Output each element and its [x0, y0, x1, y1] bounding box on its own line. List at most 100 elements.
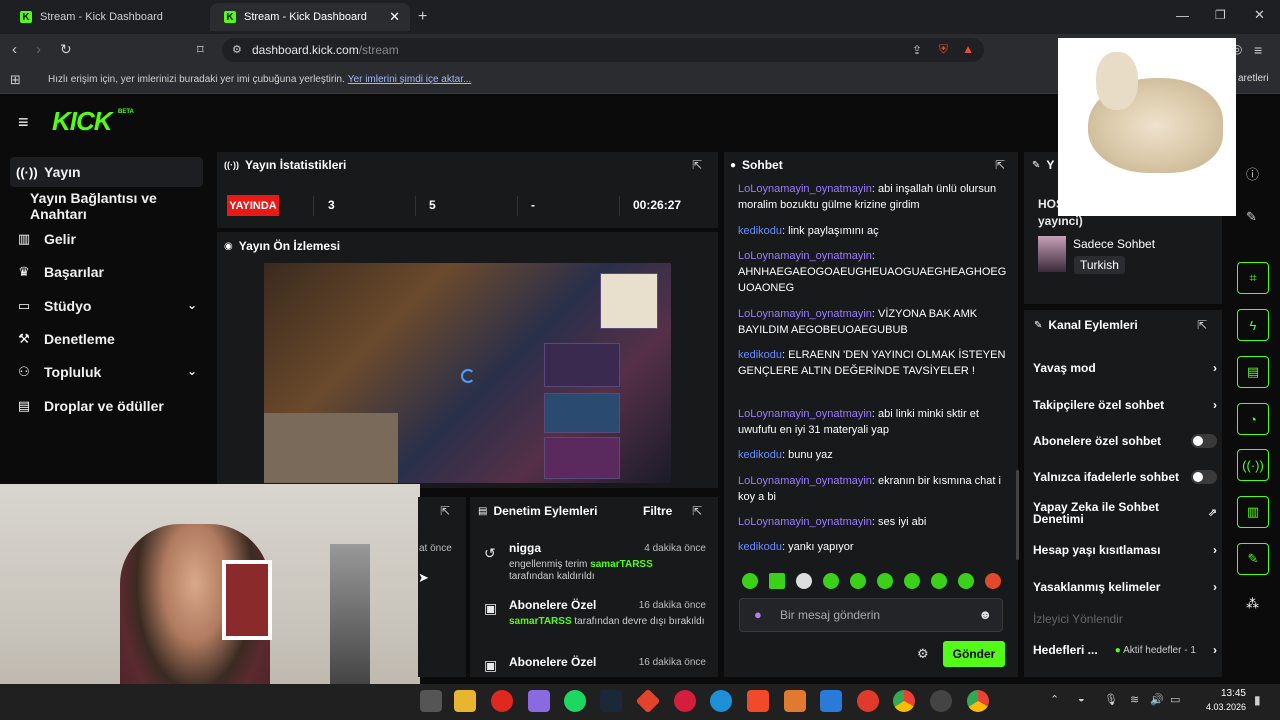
category-name[interactable]: Sadece Sohbet: [1073, 237, 1155, 251]
account-age-row[interactable]: Hesap yaşı kısıtlaması ›: [1033, 543, 1217, 557]
wrench-icon[interactable]: ✎: [1237, 543, 1269, 575]
popout-icon[interactable]: ⇱: [1197, 318, 1207, 332]
sidebar-item-basarilar[interactable]: ♛ Başarılar: [10, 257, 203, 287]
chat-username[interactable]: kedikodu: [738, 541, 782, 553]
filter-button[interactable]: Filtre: [643, 504, 672, 518]
layout-icon[interactable]: ▥: [1237, 496, 1269, 528]
send-button[interactable]: Gönder: [943, 641, 1005, 667]
steam-icon[interactable]: [600, 690, 622, 712]
mod-user[interactable]: samarTARSS: [509, 616, 572, 627]
brave-shield-icon[interactable]: ⛨: [939, 42, 948, 57]
emote-icon[interactable]: [769, 573, 785, 589]
import-bookmarks-link[interactable]: Yer imlerini şimdi içe aktar...: [348, 74, 472, 85]
chat-username[interactable]: LoLoynamayin_oynatmayin: [738, 516, 872, 528]
pencil-icon[interactable]: ✎: [1246, 209, 1257, 225]
lightning-icon[interactable]: ϟ: [1237, 309, 1269, 341]
chat-scrollbar[interactable]: [1016, 470, 1019, 560]
emoji-icon[interactable]: ☻: [978, 607, 992, 622]
chat-username[interactable]: kedikodu: [738, 225, 782, 237]
followers-only-row[interactable]: Takipçilere özel sohbet ›: [1033, 398, 1217, 412]
clock-time[interactable]: 13:45: [1218, 688, 1246, 699]
chat-username[interactable]: LoLoynamayin_oynatmayin: [738, 183, 872, 195]
new-tab-icon[interactable]: +: [418, 8, 427, 26]
sidebar-item-droplar[interactable]: ▤ Droplar ve ödüller: [10, 391, 203, 421]
emote-icon[interactable]: [985, 573, 1001, 589]
nodes-icon[interactable]: ⁂: [1246, 596, 1259, 612]
apps-grid-icon[interactable]: ⊞: [10, 72, 21, 88]
vscode-icon[interactable]: [820, 690, 842, 712]
popout-icon[interactable]: ⇱: [692, 158, 702, 172]
chat-input[interactable]: ● Bir mesaj gönderin ☻: [739, 598, 1003, 632]
bookmark-icon[interactable]: ⌑: [197, 42, 204, 58]
browser-tab-2[interactable]: K Stream - Kick Dashboard ✕: [210, 3, 410, 31]
hamburger-menu-icon[interactable]: ≡: [18, 112, 29, 133]
chrome-icon[interactable]: [967, 690, 989, 712]
notification-icon[interactable]: ▮: [1254, 693, 1261, 707]
vivaldi-icon[interactable]: [857, 690, 879, 712]
popout-icon[interactable]: ⇱: [440, 504, 450, 518]
popout-icon[interactable]: ⇱: [692, 504, 702, 518]
sidebar-item-topluluk[interactable]: ⚇ Topluluk ⌄: [10, 357, 203, 387]
close-tab-icon[interactable]: ✕: [389, 9, 400, 25]
volume-icon[interactable]: 🔊: [1150, 693, 1164, 706]
wifi-icon[interactable]: ≋: [1130, 693, 1139, 706]
chat-bubble-icon[interactable]: ◔: [1237, 403, 1269, 435]
browser-tab-1[interactable]: K Stream - Kick Dashboard: [6, 3, 206, 31]
obs-icon[interactable]: [930, 690, 952, 712]
opera-icon[interactable]: [491, 690, 513, 712]
slow-mode-row[interactable]: Yavaş mod ›: [1033, 361, 1217, 375]
info-icon[interactable]: ⓘ: [1246, 164, 1259, 183]
brave-rewards-icon[interactable]: ▲: [962, 42, 974, 56]
forward-icon[interactable]: ›: [36, 41, 41, 58]
microphone-icon[interactable]: 🎙: [1104, 693, 1118, 706]
popout-icon[interactable]: ⇱: [995, 158, 1005, 172]
tray-chevron-icon[interactable]: ⌃: [1050, 693, 1059, 706]
task-view-icon[interactable]: [420, 690, 442, 712]
chat-username[interactable]: LoLoynamayin_oynatmayin: [738, 250, 872, 262]
chat-username[interactable]: kedikodu: [738, 349, 782, 361]
chat-username[interactable]: kedikodu: [738, 449, 782, 461]
file-explorer-icon[interactable]: [454, 690, 476, 712]
app-icon[interactable]: [528, 690, 550, 712]
address-bar[interactable]: ⚙ dashboard.kick.com/stream ⇪ ⛨ ▲: [222, 38, 984, 62]
emote-icon[interactable]: [877, 573, 893, 589]
chat-settings-gear-icon[interactable]: ⚙: [917, 646, 929, 662]
brave-icon[interactable]: [747, 690, 769, 712]
banned-words-row[interactable]: Yasaklanmış kelimeler ›: [1033, 580, 1217, 594]
back-icon[interactable]: ‹: [12, 41, 17, 58]
goals-row[interactable]: Hedefleri ... ● Aktif hedefler - 1 ›: [1033, 643, 1217, 657]
mod-user[interactable]: samarTARSS: [590, 559, 653, 570]
menu-icon[interactable]: ≡: [1254, 42, 1262, 58]
microphone-icon[interactable]: ●: [754, 607, 762, 622]
site-info-icon[interactable]: ⚙: [232, 43, 242, 56]
emote-icon[interactable]: [742, 573, 758, 589]
battery-icon[interactable]: ▭: [1170, 693, 1180, 706]
chat-username[interactable]: LoLoynamayin_oynatmayin: [738, 308, 872, 320]
subscribers-only-toggle[interactable]: [1191, 434, 1217, 448]
sidebar-item-yayin[interactable]: ((·)) Yayın: [10, 157, 203, 187]
kick-logo[interactable]: KICK: [52, 106, 113, 137]
edge-icon[interactable]: [710, 690, 732, 712]
close-window-icon[interactable]: ✕: [1254, 7, 1265, 23]
maximize-icon[interactable]: ❐: [1215, 8, 1226, 22]
sidebar-item-gelir[interactable]: ▥ Gelir: [10, 224, 203, 254]
tray-app-icon[interactable]: ◒: [1078, 693, 1085, 705]
share-icon[interactable]: ⇪: [912, 43, 922, 57]
emotes-only-toggle[interactable]: [1191, 470, 1217, 484]
emote-icon[interactable]: [958, 573, 974, 589]
chat-username[interactable]: LoLoynamayin_oynatmayin: [738, 475, 872, 487]
sidebar-item-denetleme[interactable]: ⚒ Denetleme: [10, 324, 203, 354]
sidebar-item-stream-key[interactable]: Yayın Bağlantısı ve Anahtarı: [10, 190, 203, 222]
minimize-icon[interactable]: —: [1176, 8, 1189, 23]
chat-username[interactable]: LoLoynamayin_oynatmayin: [738, 408, 872, 420]
spotify-icon[interactable]: [564, 690, 586, 712]
reload-icon[interactable]: ↻: [60, 41, 72, 58]
document-icon[interactable]: ▤: [1237, 356, 1269, 388]
emote-icon[interactable]: [850, 573, 866, 589]
emote-icon[interactable]: [904, 573, 920, 589]
app-icon[interactable]: [674, 690, 696, 712]
clock-date[interactable]: 4.03.2026: [1198, 702, 1246, 712]
emote-icon[interactable]: [931, 573, 947, 589]
app-icon[interactable]: [784, 690, 806, 712]
stream-preview-video[interactable]: [264, 263, 671, 483]
